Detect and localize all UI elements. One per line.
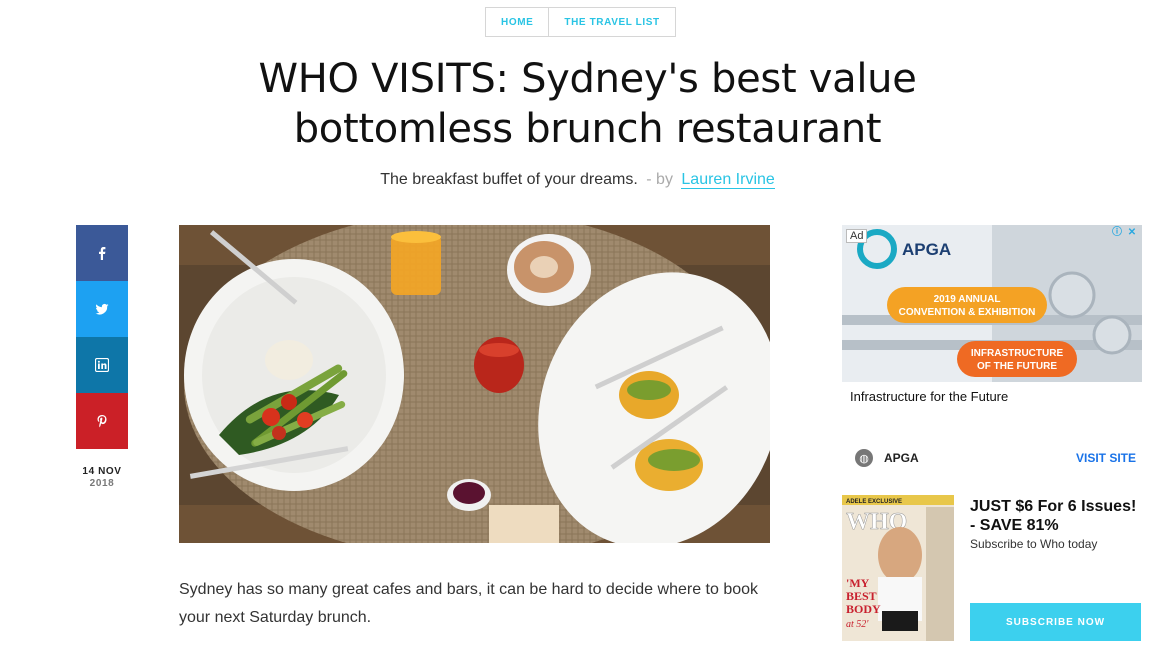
author-link[interactable]: Lauren Irvine [681, 171, 775, 189]
ad-info-icon[interactable]: ⓘ [1111, 227, 1123, 239]
pinterest-icon [97, 415, 107, 428]
page-title-line-2: bottomless brunch restaurant [293, 106, 882, 152]
svg-text:CONVENTION & EXHIBITION: CONVENTION & EXHIBITION [899, 307, 1036, 318]
facebook-icon [99, 247, 106, 260]
svg-text:2019 ANNUAL: 2019 ANNUAL [934, 294, 1001, 305]
subscribe-now-button[interactable]: SUBSCRIBE NOW [970, 603, 1141, 641]
publish-date-year: 2018 [89, 478, 115, 489]
display-ad[interactable]: APGA 2019 ANNUAL CONVENTION & EXHIBITION… [842, 225, 1142, 475]
svg-text:at 52': at 52' [846, 619, 869, 630]
ad-headline[interactable]: Infrastructure for the Future [850, 389, 1008, 404]
promo-subtext: Subscribe to Who today [970, 537, 1098, 551]
svg-text:ADELE EXCLUSIVE: ADELE EXCLUSIVE [846, 499, 902, 505]
ad-badge: Ad [846, 229, 868, 243]
twitter-icon [95, 303, 109, 315]
share-bar [76, 225, 128, 449]
promo-headline[interactable]: JUST $6 For 6 Issues! - SAVE 81% [970, 497, 1142, 535]
facebook-share-button[interactable] [76, 225, 128, 281]
ad-footer: ◍ APGA VISIT SITE [842, 443, 1142, 473]
ad-close-icon[interactable]: ✕ [1126, 227, 1138, 239]
page-title-line-1: WHO VISITS: Sydney's best value [258, 56, 917, 102]
svg-text:BODY: BODY [846, 602, 881, 616]
ad-brand: APGA [884, 451, 919, 465]
article-subtitle: The breakfast buffet of your dreams. - b… [0, 171, 1155, 189]
publish-date-day: 14 NOV [82, 466, 122, 477]
magazine-cover-image[interactable]: ADELE EXCLUSIVE WHO 'MY BEST BODY at 52' [842, 495, 954, 641]
svg-text:OF THE FUTURE: OF THE FUTURE [977, 361, 1057, 372]
linkedin-icon [95, 358, 109, 372]
publish-date: 14 NOV 2018 [76, 466, 128, 490]
page-title: WHO VISITS: Sydney's best value bottomle… [0, 54, 1175, 154]
subscription-promo: ADELE EXCLUSIVE WHO 'MY BEST BODY at 52'… [842, 495, 1142, 641]
breadcrumb: HOME THE TRAVEL LIST [485, 7, 676, 37]
ad-choices: ⓘ ✕ [1111, 227, 1138, 239]
globe-icon: ◍ [855, 449, 873, 467]
byline-separator: - by [646, 171, 673, 188]
linkedin-share-button[interactable] [76, 337, 128, 393]
breadcrumb-home-link[interactable]: HOME [486, 8, 548, 36]
svg-text:'MY: 'MY [846, 576, 870, 590]
pinterest-share-button[interactable] [76, 393, 128, 449]
twitter-share-button[interactable] [76, 281, 128, 337]
article-body: Sydney has so many great cafes and bars,… [179, 581, 759, 626]
visit-site-button[interactable]: VISIT SITE [1076, 451, 1136, 465]
breadcrumb-travel-list-link[interactable]: THE TRAVEL LIST [548, 8, 674, 36]
svg-text:BEST: BEST [846, 589, 877, 603]
ad-banner-image[interactable]: APGA 2019 ANNUAL CONVENTION & EXHIBITION… [842, 225, 1142, 382]
subtitle-text: The breakfast buffet of your dreams. [380, 171, 638, 188]
ad-logo-text: APGA [902, 240, 951, 259]
svg-text:INFRASTRUCTURE: INFRASTRUCTURE [971, 348, 1064, 359]
hero-image [179, 225, 770, 543]
